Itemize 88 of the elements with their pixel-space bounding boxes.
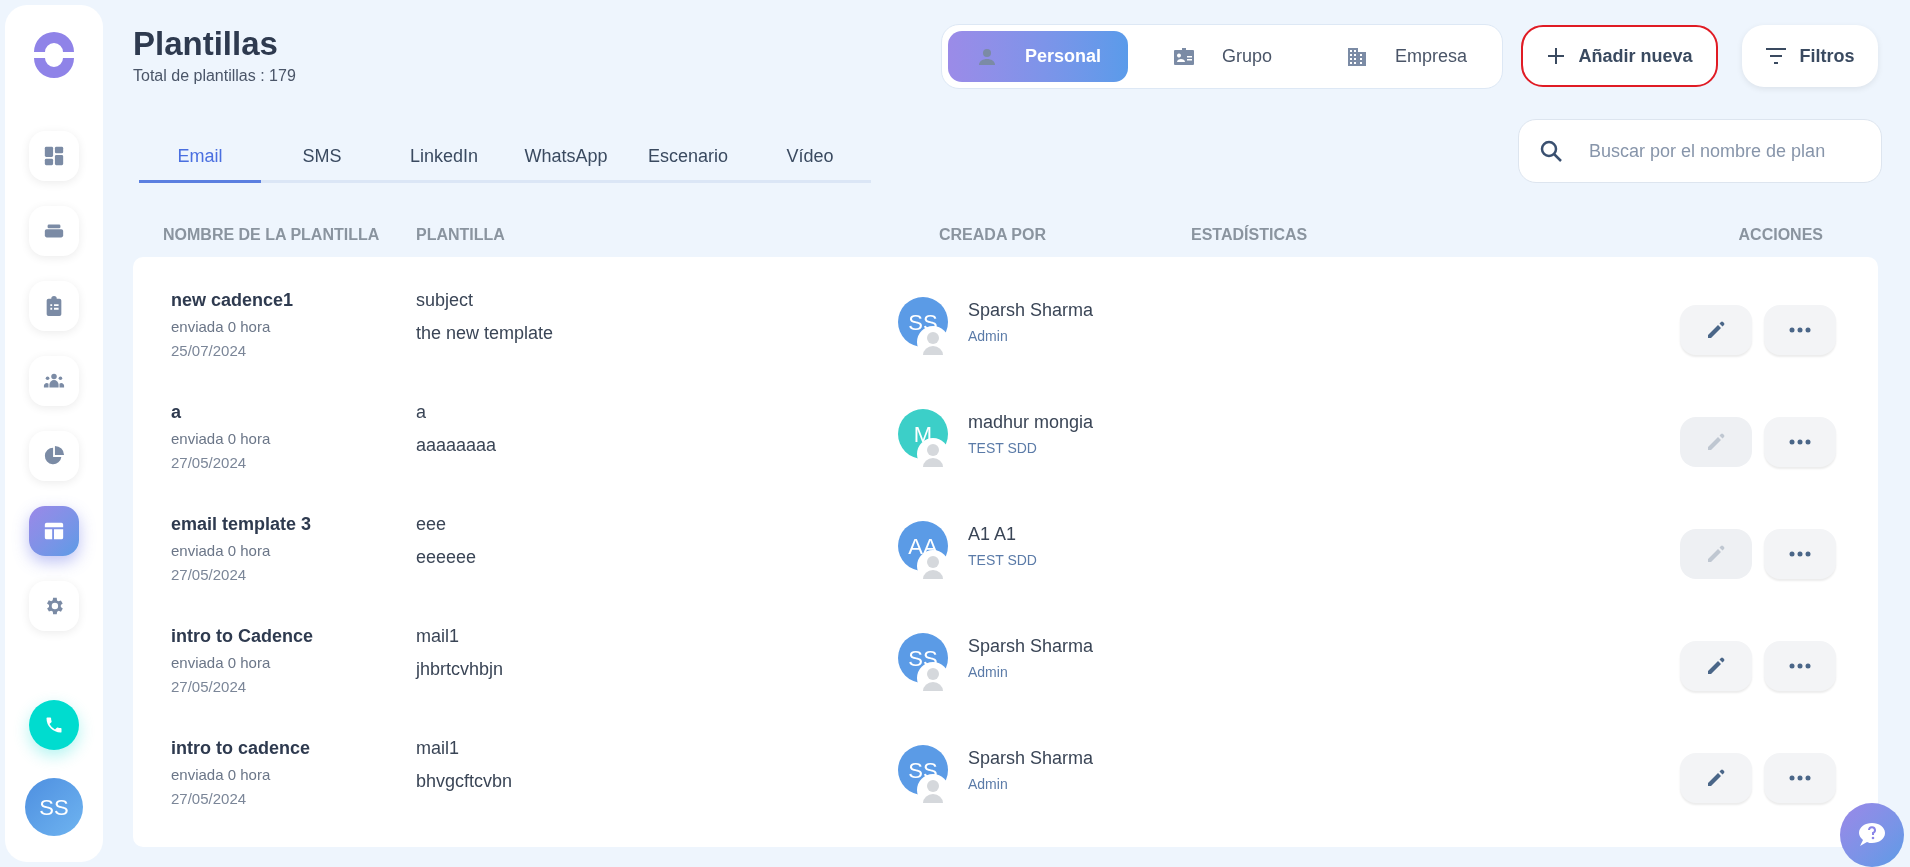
- template-body: bhvgcftcvbn: [416, 770, 514, 793]
- template-name: email template 3: [171, 513, 313, 536]
- template-date: 27/05/2024: [171, 677, 248, 697]
- template-name: new cadence1: [171, 289, 295, 312]
- more-icon: [1789, 663, 1811, 669]
- search-field[interactable]: Buscar por el nombre de plan: [1518, 119, 1882, 183]
- sent-status: enviada 0 hora: [171, 765, 272, 785]
- pencil-icon: [1706, 432, 1726, 452]
- template-date: 27/05/2024: [171, 453, 248, 473]
- template-subject: eee: [416, 513, 448, 536]
- more-icon: [1789, 327, 1811, 333]
- template-body: eeeeee: [416, 546, 478, 569]
- more-button[interactable]: [1764, 641, 1836, 691]
- more-icon: [1789, 439, 1811, 445]
- creator-role: TEST SDD: [968, 551, 1037, 570]
- sent-status: enviada 0 hora: [171, 653, 272, 673]
- pencil-icon: [1706, 320, 1726, 340]
- dashboard-icon: [43, 145, 65, 167]
- sidebar-item[interactable]: [29, 356, 79, 406]
- creator-name: Sparsh Sharma: [968, 635, 1094, 658]
- add-new-button[interactable]: Añadir nueva: [1521, 25, 1718, 87]
- template-name: intro to cadence: [171, 737, 312, 760]
- page-title: Plantillas: [133, 24, 279, 64]
- creator-role: Admin: [968, 327, 1009, 346]
- creator-role: Admin: [968, 663, 1009, 682]
- template-name: intro to Cadence: [171, 625, 314, 648]
- template-body: aaaaaaaa: [416, 434, 498, 457]
- scope-tab[interactable]: Empresa: [1316, 31, 1496, 82]
- template-count: Total de plantillas : 179: [133, 66, 296, 86]
- plus-icon: [1546, 46, 1567, 66]
- edit-button[interactable]: [1680, 641, 1752, 691]
- column-header: CREADA POR: [939, 226, 1046, 243]
- channel-tab[interactable]: LinkedIn: [383, 143, 505, 180]
- more-icon: [1789, 775, 1811, 781]
- creator-name: A1 A1: [968, 523, 1018, 546]
- template-name: a: [171, 401, 182, 424]
- more-button[interactable]: [1764, 417, 1836, 467]
- filter-button[interactable]: Filtros: [1742, 25, 1878, 87]
- pencil-icon: [1706, 656, 1726, 676]
- layout-icon: [43, 520, 65, 542]
- column-header: ESTADÍSTICAS: [1191, 226, 1308, 243]
- more-button[interactable]: [1764, 305, 1836, 355]
- sidebar-item[interactable]: [29, 206, 79, 256]
- sent-status: enviada 0 hora: [171, 541, 272, 561]
- creator-name: Sparsh Sharma: [968, 299, 1094, 322]
- search-input[interactable]: Buscar por el nombre de plan: [1589, 137, 1861, 165]
- sent-status: enviada 0 hora: [171, 317, 272, 337]
- template-subject: mail1: [416, 737, 460, 760]
- scope-tab[interactable]: Grupo: [1132, 31, 1312, 82]
- phone-icon: [44, 715, 64, 735]
- pencil-icon: [1706, 768, 1726, 788]
- creator-role: Admin: [968, 775, 1009, 794]
- channel-tab[interactable]: WhatsApp: [505, 143, 627, 180]
- template-subject: a: [416, 401, 427, 424]
- template-subject: subject: [416, 289, 475, 312]
- column-header: ACCIONES: [1738, 226, 1823, 243]
- filter-icon: [1765, 47, 1788, 65]
- column-header: NOMBRE DE LA PLANTILLA: [163, 226, 380, 243]
- sidebar-item[interactable]: [29, 431, 79, 481]
- creator-name: madhur mongia: [968, 411, 1094, 434]
- pencil-icon: [1706, 544, 1726, 564]
- sidebar-item[interactable]: [29, 581, 79, 631]
- template-body: the new template: [416, 322, 555, 345]
- sent-status: enviada 0 hora: [171, 429, 272, 449]
- search-icon: [1539, 139, 1563, 163]
- template-body: jhbrtcvhbjn: [416, 658, 505, 681]
- channel-tab[interactable]: Vídeo: [749, 143, 871, 180]
- help-chat-icon: [1857, 821, 1887, 849]
- more-button[interactable]: [1764, 529, 1836, 579]
- creator-role: TEST SDD: [968, 439, 1038, 458]
- sidebar-item[interactable]: [29, 131, 79, 181]
- sidebar-item[interactable]: [29, 281, 79, 331]
- template-date: 27/05/2024: [171, 789, 248, 809]
- channel-tab[interactable]: Email: [139, 143, 261, 183]
- pie-chart-icon: [43, 445, 65, 467]
- edit-button[interactable]: [1680, 305, 1752, 355]
- sidebar-item[interactable]: [29, 506, 79, 556]
- column-header: PLANTILLA: [416, 226, 505, 243]
- template-subject: mail1: [416, 625, 460, 648]
- phone-button[interactable]: [29, 700, 79, 750]
- more-icon: [1789, 551, 1811, 557]
- template-date: 27/05/2024: [171, 565, 248, 585]
- channel-tab[interactable]: SMS: [261, 143, 383, 180]
- template-date: 25/07/2024: [171, 341, 248, 361]
- channel-tab[interactable]: Escenario: [627, 143, 749, 180]
- edit-button[interactable]: [1680, 753, 1752, 803]
- creator-name: Sparsh Sharma: [968, 747, 1094, 770]
- more-button[interactable]: [1764, 753, 1836, 803]
